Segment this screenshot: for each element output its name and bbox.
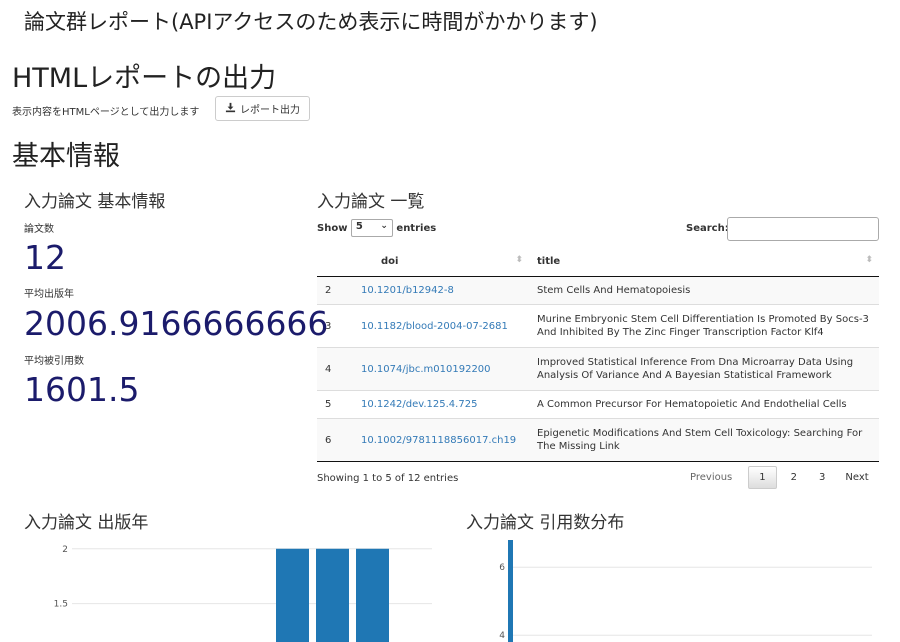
pagination-page-3[interactable]: 3 [819,472,825,483]
entries-select[interactable]: 5 ⌄ [350,219,393,237]
y-tick-label: 1.5 [54,600,68,610]
chevron-down-icon: ⌄ [380,221,388,231]
avg-cited-label: 平均被引用数 [24,356,84,367]
table-row[interactable]: 2 10.1201/b12942-8 Stem Cells And Hemato… [317,276,879,305]
row-doi-link[interactable]: 10.1074/jbc.m010192200 [353,347,529,391]
pagination-page-1[interactable]: 1 [748,466,777,489]
column-header-index[interactable] [317,246,353,277]
row-index: 5 [317,390,353,419]
row-title: Improved Statistical Inference From Dna … [529,347,879,391]
table-row[interactable]: 4 10.1074/jbc.m010192200 Improved Statis… [317,347,879,391]
download-icon [225,102,236,116]
row-doi-link[interactable]: 10.1182/blood-2004-07-2681 [353,304,529,348]
html-report-description: 表示内容をHTMLページとして出力します [12,107,200,118]
show-label: Show [317,223,348,234]
basic-info-heading: 基本情報 [12,141,120,172]
row-index: 3 [317,304,353,348]
report-download-label: レポート出力 [240,105,300,116]
pagination-page-2[interactable]: 2 [791,472,797,483]
table-row[interactable]: 5 10.1242/dev.125.4.725 A Common Precurs… [317,390,879,419]
year-chart: 21.5 [54,545,432,642]
paper-count-label: 論文数 [24,224,54,235]
chart-bar [356,548,389,642]
cite-chart-title: 入力論文 引用数分布 [466,513,625,533]
table-header-row: doi ⬍ title ⬍ [317,246,879,277]
chart-bar [316,548,349,642]
row-doi-link[interactable]: 10.1201/b12942-8 [353,276,529,305]
row-title: A Common Precursor For Hematopoietic And… [529,390,879,419]
chart-bar [276,548,309,642]
paper-table: doi ⬍ title ⬍ 2 10.1201/b12942-8 Stem Ce… [317,246,879,462]
length-control: Show 5 ⌄ entries [317,219,436,237]
pagination: Previous 1 2 3 Next [690,466,869,489]
pagination-previous[interactable]: Previous [690,472,732,483]
row-title: Murine Embryonic Stem Cell Differentiati… [529,304,879,348]
row-index: 4 [317,347,353,391]
search-label: Search: [686,223,729,234]
column-header-title[interactable]: title ⬍ [529,246,879,277]
sort-icon: ⬍ [865,255,873,265]
column-header-title-label: title [537,255,561,267]
chart-bar [508,540,513,642]
column-header-doi-label: doi [381,255,399,267]
pagination-next[interactable]: Next [845,472,868,483]
cite-chart: 64 [499,540,872,642]
avg-year-label: 平均出版年 [24,289,74,300]
entries-label: entries [396,223,437,234]
table-info: Showing 1 to 5 of 12 entries [317,473,459,484]
row-title: Epigenetic Modifications And Stem Cell T… [529,418,879,462]
avg-cited-value: 1601.5 [24,370,140,409]
basic-info-panel-title: 入力論文 基本情報 [24,192,166,212]
paper-list-title: 入力論文 一覧 [317,192,425,212]
row-doi-link[interactable]: 10.1002/9781118856017.ch19 [353,418,529,462]
row-index: 2 [317,276,353,305]
report-download-button[interactable]: レポート出力 [215,96,310,121]
row-doi-link[interactable]: 10.1242/dev.125.4.725 [353,390,529,419]
paper-count-value: 12 [24,238,66,277]
search-input[interactable] [727,217,879,241]
page-title: 論文群レポート(APIアクセスのため表示に時間がかかります) [24,10,598,34]
y-tick-label: 4 [499,631,505,641]
row-title: Stem Cells And Hematopoiesis [529,276,879,305]
avg-year-value: 2006.9166666666 [24,304,329,343]
row-index: 6 [317,418,353,462]
table-row[interactable]: 3 10.1182/blood-2004-07-2681 Murine Embr… [317,304,879,348]
y-tick-label: 2 [62,545,68,555]
column-header-doi[interactable]: doi ⬍ [353,246,529,277]
sort-icon: ⬍ [515,255,523,265]
entries-select-value: 5 [355,221,363,232]
html-report-heading: HTMLレポートの出力 [12,63,277,94]
year-chart-title: 入力論文 出版年 [24,513,149,533]
table-row[interactable]: 6 10.1002/9781118856017.ch19 Epigenetic … [317,418,879,462]
y-tick-label: 6 [499,563,505,573]
